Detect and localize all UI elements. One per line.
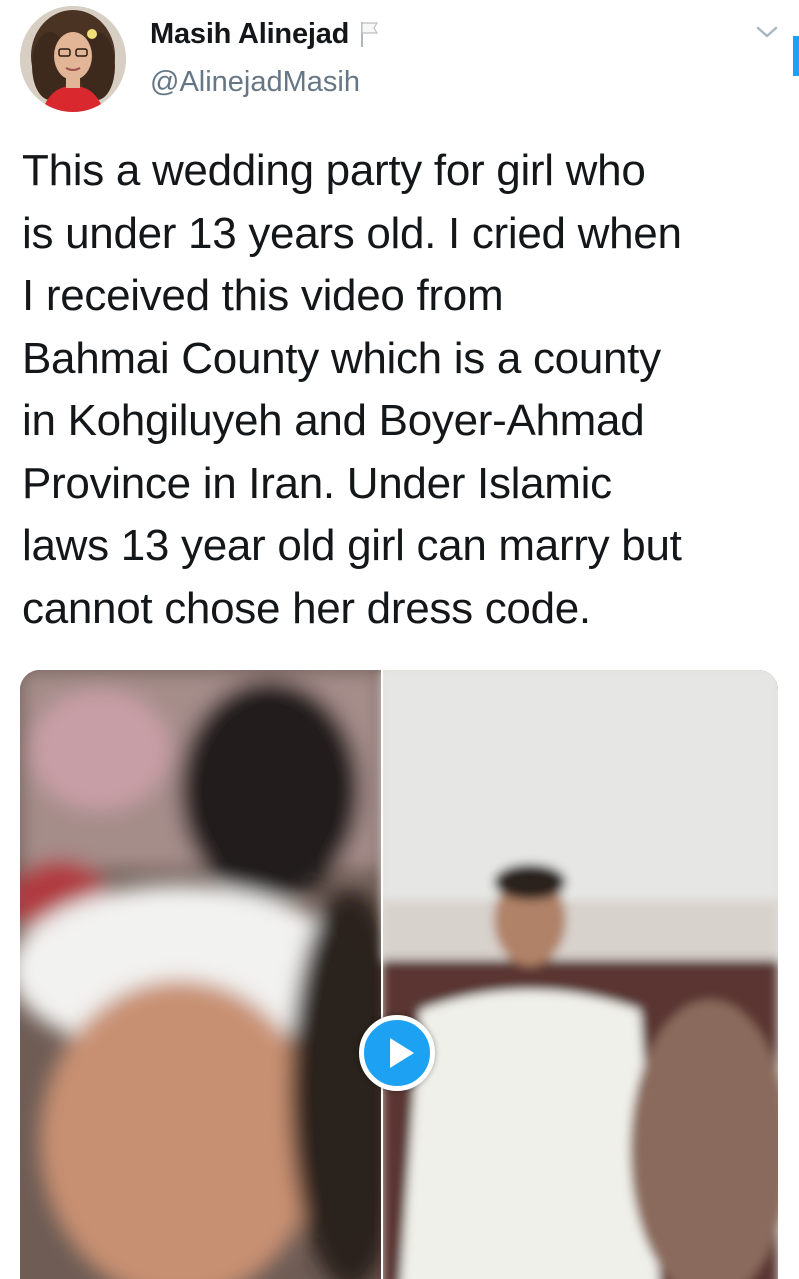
tweet-header: Masih Alinejad @AlinejadMasih (0, 0, 799, 120)
display-name[interactable]: Masih Alinejad (150, 18, 349, 51)
display-name-row: Masih Alinejad (150, 14, 381, 54)
author-names: Masih Alinejad @AlinejadMasih (150, 14, 381, 99)
play-icon (390, 1038, 414, 1068)
scroll-indicator (793, 36, 799, 76)
tweet-text: This a wedding party for girl who is und… (22, 146, 682, 633)
play-button[interactable] (359, 1015, 435, 1091)
avatar[interactable] (20, 6, 126, 112)
chevron-down-icon[interactable] (752, 20, 782, 44)
white-flag-icon (359, 20, 381, 48)
video-thumbnail[interactable] (20, 670, 778, 1279)
author-handle[interactable]: @AlinejadMasih (150, 66, 381, 99)
tweet-card: Masih Alinejad @AlinejadMasih This a wed… (0, 0, 799, 1279)
